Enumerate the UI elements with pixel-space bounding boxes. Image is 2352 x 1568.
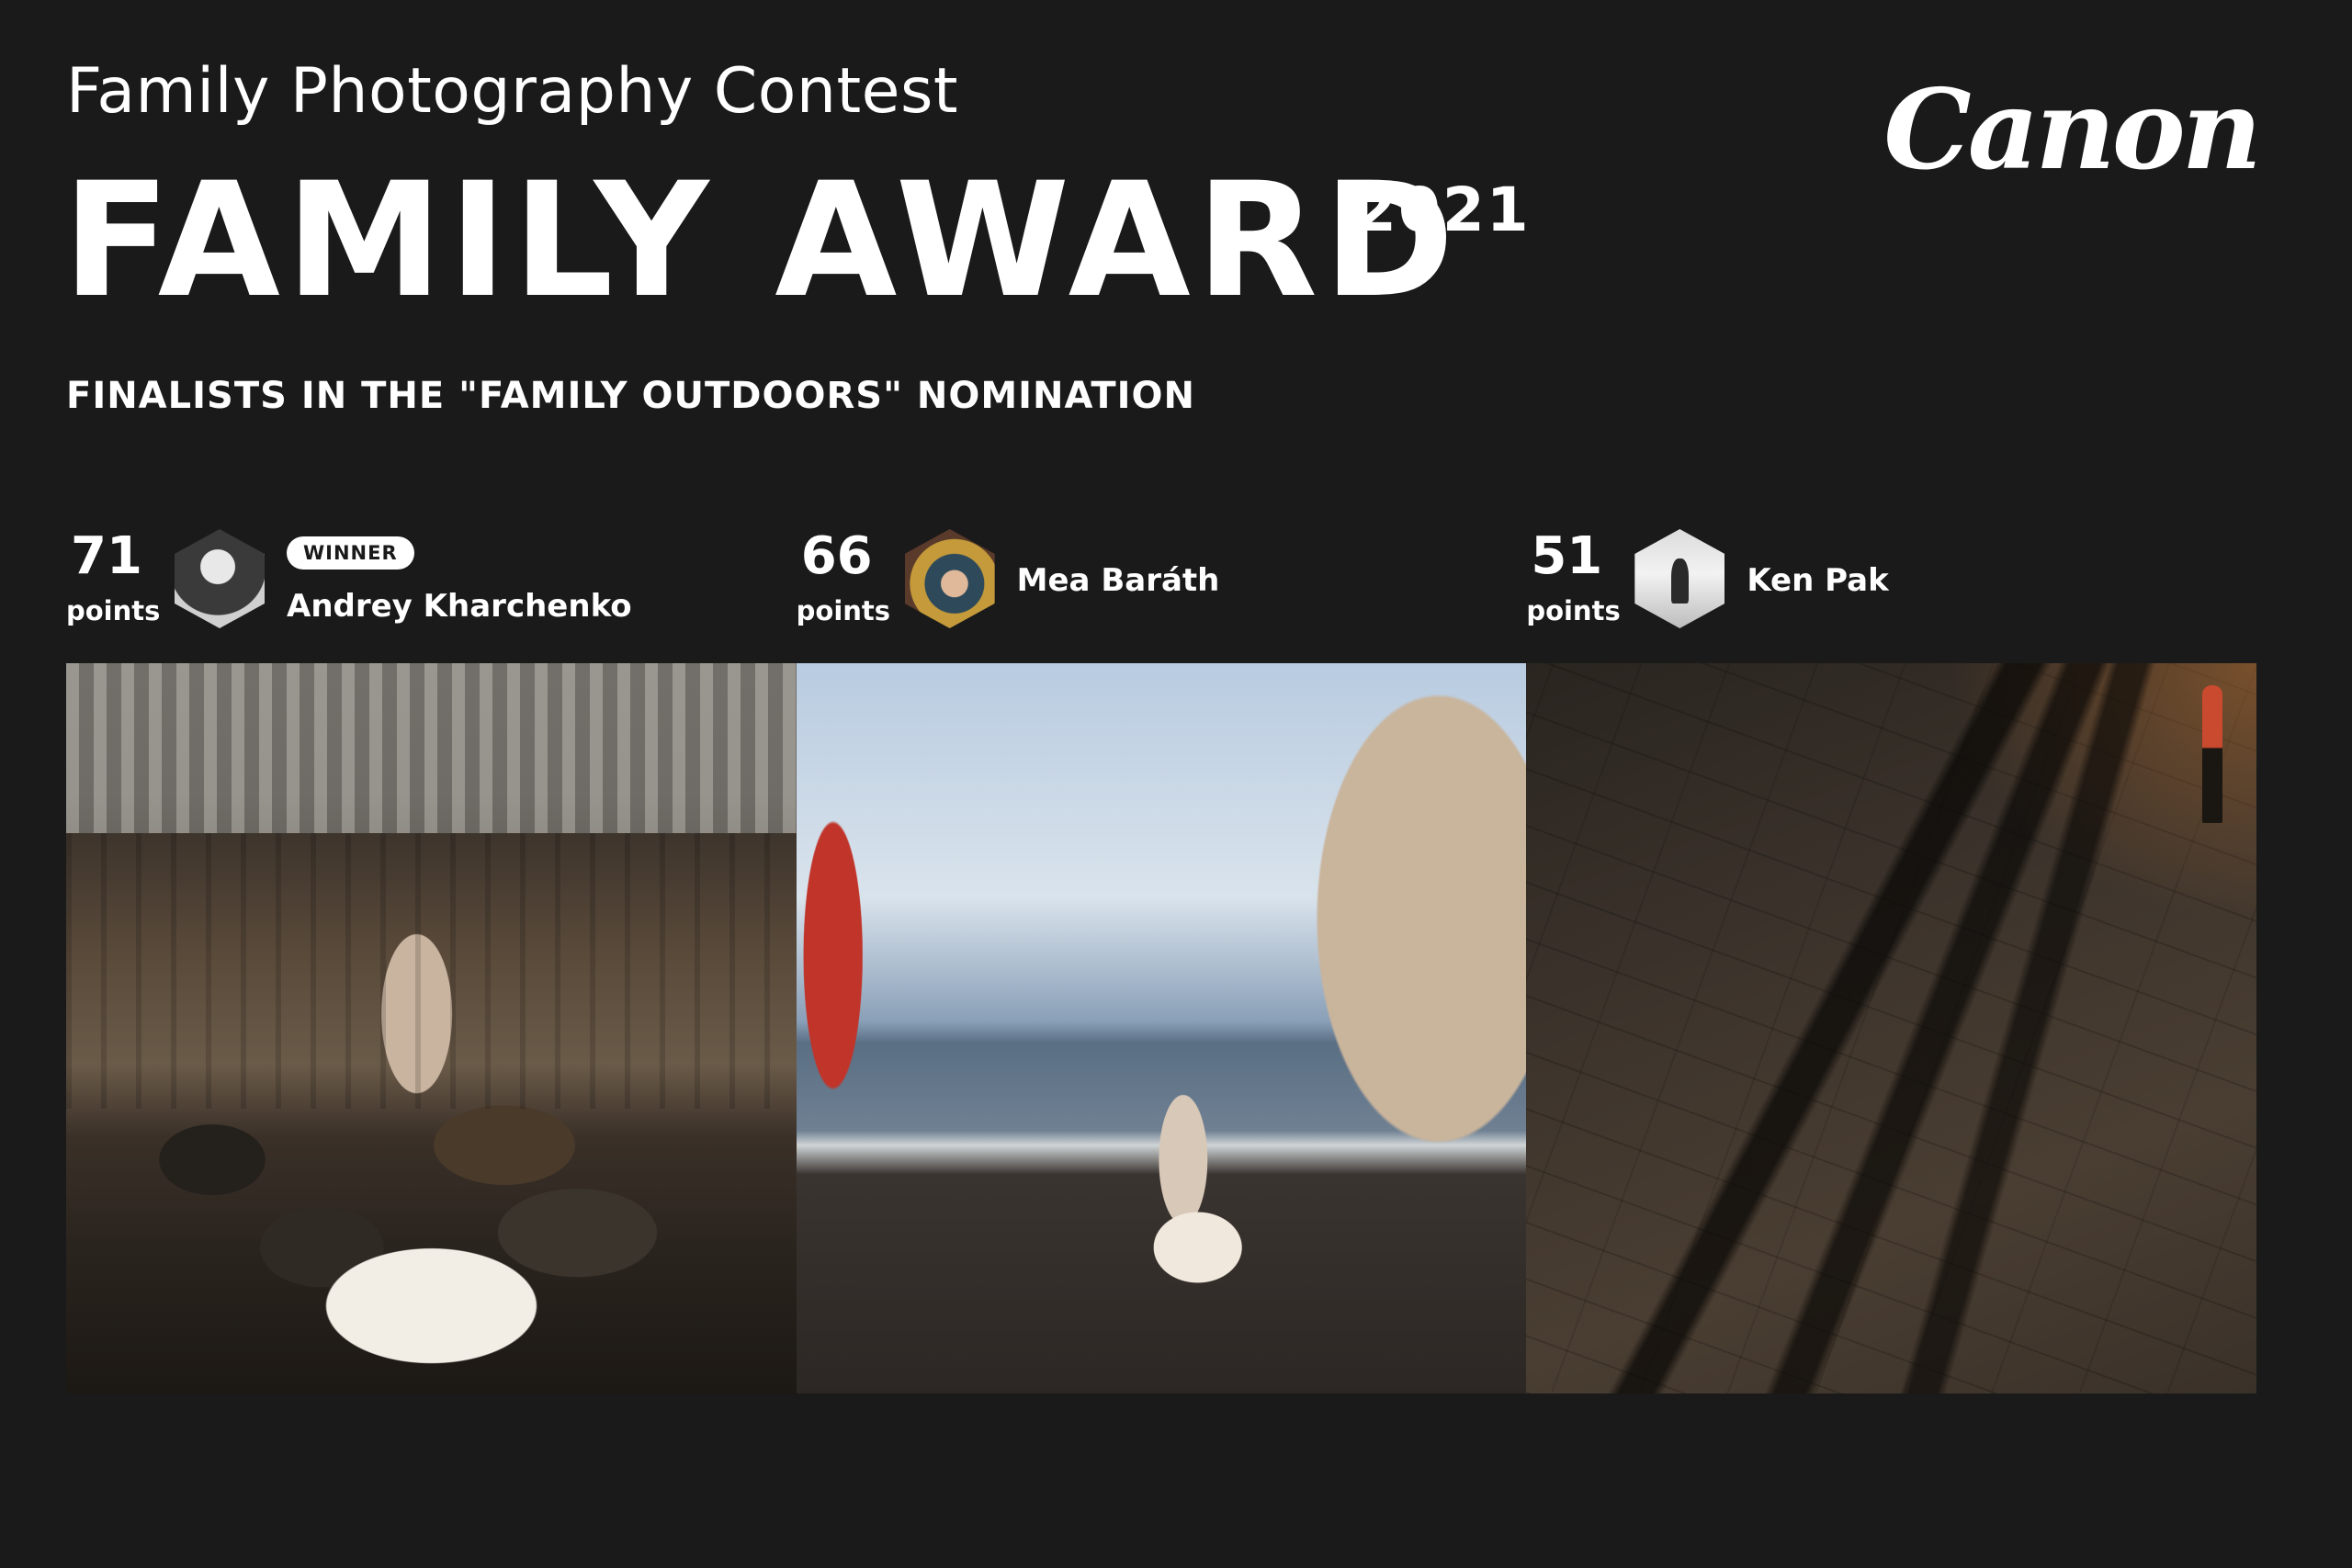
finalist-name: Ken Pak (1747, 562, 1889, 599)
avatar (1634, 529, 1725, 628)
points-value: 66 (800, 526, 873, 586)
header: Family Photography Contest FAMILY AWARD … (62, 51, 1529, 325)
nomination-heading: FINALISTS IN THE "FAMILY OUTDOORS" NOMIN… (66, 375, 1196, 417)
points-label: points (1526, 595, 1621, 626)
avatar (904, 529, 995, 628)
finalist-card: 51 points Ken Pak (1526, 525, 2256, 1393)
finalist-card: 71 points WINNER Andrey Kharchenko (66, 525, 797, 1393)
avatar (175, 529, 265, 628)
points-block: 66 points (796, 526, 891, 627)
finalist-photo[interactable] (796, 663, 1527, 1393)
finalist-name: Mea Baráth (1016, 562, 1220, 599)
contest-subtitle: Family Photography Contest (66, 55, 959, 128)
finalist-name: Andrey Kharchenko (287, 588, 632, 625)
title-row: FAMILY AWARD 2021 (62, 141, 1529, 325)
points-block: 71 points (66, 526, 161, 627)
points-label: points (66, 595, 161, 626)
award-title: FAMILY AWARD (62, 148, 1460, 333)
award-year: 2021 (1354, 175, 1531, 245)
winner-badge: WINNER (287, 536, 414, 570)
finalist-photo[interactable] (1526, 663, 2256, 1393)
points-block: 51 points (1526, 526, 1621, 627)
finalist-card: 66 points Mea Baráth (796, 525, 1527, 1393)
finalist-info: 66 points Mea Baráth (797, 525, 1527, 663)
finalists-row: 71 points WINNER Andrey Kharchenko 66 po… (66, 525, 2256, 1393)
brand-logo: Canon (1883, 65, 2262, 195)
finalist-photo[interactable] (66, 663, 797, 1393)
finalist-info: 71 points WINNER Andrey Kharchenko (66, 525, 797, 663)
finalist-info: 51 points Ken Pak (1526, 525, 2256, 663)
points-label: points (796, 595, 891, 626)
points-value: 51 (1531, 526, 1603, 586)
points-value: 71 (71, 526, 142, 586)
